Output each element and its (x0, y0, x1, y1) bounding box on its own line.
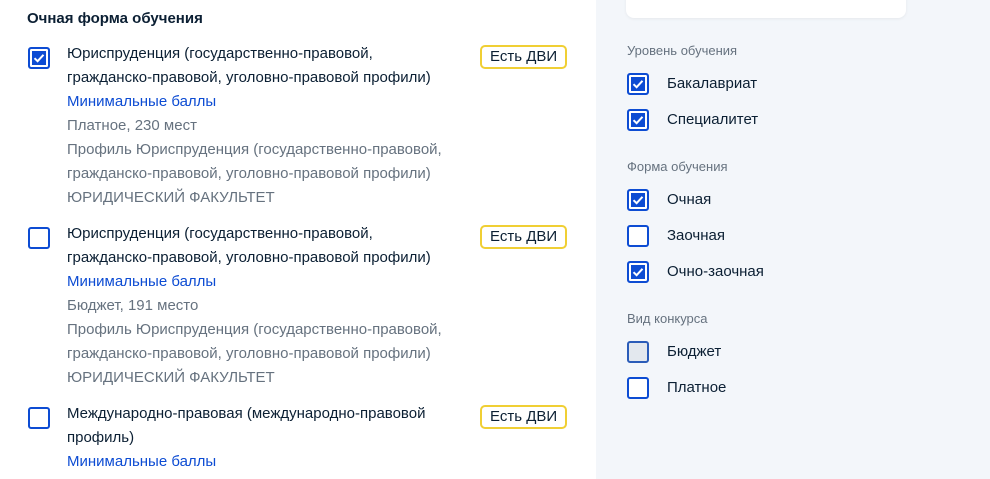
filter-option-label: Бюджет (667, 343, 722, 360)
funding-info: Бюджет, 191 место (67, 297, 199, 314)
program-title-line: Юриспруденция (государственно-правовой, (67, 45, 373, 62)
program-title-line: гражданско-правовой, уголовно-правовой п… (67, 249, 431, 266)
filter-checkbox[interactable] (627, 261, 649, 283)
filter-option-label: Заочная (667, 227, 725, 244)
filter-option-label: Специалитет (667, 111, 759, 128)
filter-checkbox[interactable] (627, 73, 649, 95)
filter-checkbox[interactable] (627, 225, 649, 247)
program-title-line: Юриспруденция (государственно-правовой, (67, 225, 373, 242)
filter-option-label: Очная (667, 191, 712, 208)
filter-checkbox[interactable] (627, 377, 649, 399)
min-scores-link[interactable]: Минимальные баллы (67, 270, 216, 294)
faculty-name: ЮРИДИЧЕСКИЙ ФАКУЛЬТЕТ (67, 189, 275, 206)
filter-option-label: Бакалавриат (667, 75, 758, 92)
faculty-name: ЮРИДИЧЕСКИЙ ФАКУЛЬТЕТ (67, 369, 275, 386)
funding-info: Платное, 230 мест (67, 117, 197, 134)
dvi-badge: Есть ДВИ (480, 45, 568, 69)
checkmark-icon (632, 116, 644, 125)
results-panel: Очная форма обучения Юриспруденция (госу… (0, 0, 596, 479)
min-scores-link[interactable]: Минимальные баллы (67, 450, 216, 474)
program-checkbox[interactable] (28, 227, 50, 249)
program-title-line: Международно-правовая (международно-прав… (67, 405, 426, 422)
filter-group-label-form: Форма обучения (627, 159, 728, 174)
program-title-line: профиль) (67, 429, 135, 446)
program-title-line: гражданско-правовой, уголовно-правовой п… (67, 69, 431, 86)
filter-option-label: Платное (667, 379, 727, 396)
profile-line: Профиль Юриспруденция (государственно-пр… (67, 321, 442, 338)
dvi-badge: Есть ДВИ (480, 405, 568, 429)
min-scores-link[interactable]: Минимальные баллы (67, 90, 216, 114)
profile-line: гражданско-правовой, уголовно-правовой п… (67, 165, 431, 182)
checkmark-icon (632, 80, 644, 89)
checkmark-icon (632, 268, 644, 277)
checkmark-icon (632, 196, 644, 205)
filter-group-label-level: Уровень обучения (627, 43, 738, 58)
filter-checkbox[interactable] (627, 189, 649, 211)
program-checkbox[interactable] (28, 407, 50, 429)
filter-checkbox[interactable] (627, 109, 649, 131)
filter-checkbox[interactable] (627, 341, 649, 363)
profile-line: Профиль Юриспруденция (государственно-пр… (67, 141, 442, 158)
profile-line: гражданско-правовой, уголовно-правовой п… (67, 345, 431, 362)
filter-card-top (626, 0, 906, 18)
dvi-badge: Есть ДВИ (480, 225, 568, 249)
checkmark-icon (33, 54, 45, 63)
filter-group-label-contest: Вид конкурса (627, 311, 708, 326)
filter-option-label: Очно-заочная (667, 263, 764, 280)
section-title: Очная форма обучения (27, 10, 203, 27)
program-checkbox[interactable] (28, 47, 50, 69)
